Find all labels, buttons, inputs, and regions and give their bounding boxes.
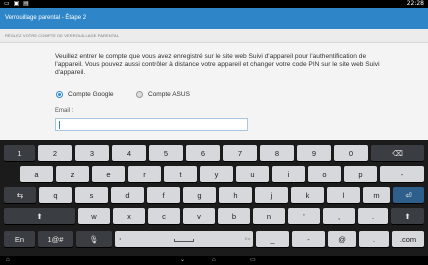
key-hyphen[interactable]: -: [380, 166, 424, 182]
key-period[interactable]: .: [358, 208, 388, 224]
key-5[interactable]: 5: [149, 145, 183, 161]
backspace-icon: ⌫: [392, 148, 403, 158]
key-k[interactable]: k: [291, 187, 324, 203]
key-n[interactable]: n: [253, 208, 285, 224]
shift-icon: ⬆: [404, 211, 411, 221]
key-at[interactable]: @: [328, 231, 356, 247]
cursor-left-icon: ◂: [119, 236, 122, 241]
key-x[interactable]: x: [113, 208, 145, 224]
key-2[interactable]: 2: [38, 145, 72, 161]
navigation-bar: ⌂ ⌄ ⌂ ▭: [0, 256, 428, 265]
radio-asus-account[interactable]: Compte ASUS: [136, 89, 190, 99]
key-v[interactable]: v: [183, 208, 215, 224]
screenshot-icon[interactable]: ⌂: [6, 256, 10, 265]
key-a[interactable]: a: [20, 166, 53, 182]
tab-icon: ⇆: [16, 190, 24, 200]
key-3[interactable]: 3: [75, 145, 109, 161]
voice-input-key[interactable]: 🎙: [76, 231, 112, 247]
radio-selected-icon[interactable]: [56, 90, 63, 98]
key-g[interactable]: g: [183, 187, 216, 203]
key-apostrophe[interactable]: ': [288, 208, 320, 224]
key-9[interactable]: 9: [297, 145, 331, 161]
tab-key[interactable]: ⇆: [4, 187, 36, 203]
key-underscore[interactable]: _: [256, 231, 289, 247]
notification-icons: ▭ ▣ ▤: [4, 0, 30, 7]
status-clock: 22:28: [406, 0, 424, 7]
key-r[interactable]: r: [128, 166, 161, 182]
key-dot-com[interactable]: .com: [392, 231, 424, 247]
enter-icon: ⏎: [405, 190, 412, 200]
key-d[interactable]: d: [111, 187, 144, 203]
language-key[interactable]: ··· En: [4, 231, 35, 247]
key-6[interactable]: 6: [186, 145, 220, 161]
key-z[interactable]: z: [56, 166, 89, 182]
shift-icon: ⬆: [36, 211, 43, 221]
key-y[interactable]: y: [200, 166, 233, 182]
key-b[interactable]: b: [218, 208, 250, 224]
language-label: En: [14, 234, 25, 244]
action-bar: Verrouillage parental - Étape 2: [0, 8, 428, 29]
page-title: Verrouillage parental - Étape 2: [5, 15, 87, 21]
key-comma[interactable]: ,: [323, 208, 355, 224]
key-t[interactable]: t: [164, 166, 197, 182]
home-icon[interactable]: ⌂: [212, 256, 216, 265]
space-language-label: En: [245, 236, 250, 241]
key-h[interactable]: h: [219, 187, 252, 203]
section-header-text: Réglez votre compte de verrouillage pare…: [5, 33, 120, 38]
key-u[interactable]: u: [236, 166, 269, 182]
key-1[interactable]: 1: [4, 145, 35, 161]
microphone-icon: 🎙: [89, 234, 99, 244]
status-bar: ▭ ▣ ▤ 22:28: [0, 0, 428, 8]
key-0[interactable]: 0: [334, 145, 368, 161]
space-key[interactable]: ◂ En: [115, 231, 253, 247]
key-j[interactable]: j: [255, 187, 288, 203]
key-l[interactable]: l: [327, 187, 360, 203]
enter-key[interactable]: ⏎: [393, 187, 424, 203]
intro-text: Veuillez entrer le compte que vous avez …: [55, 53, 380, 76]
on-screen-keyboard: 1 2 3 4 5 6 7 8 9 0 ⌫ a z e r t y u i o …: [0, 140, 428, 256]
key-dash[interactable]: -: [292, 231, 325, 247]
key-q[interactable]: q: [39, 187, 72, 203]
key-i[interactable]: i: [272, 166, 305, 182]
shift-key-right[interactable]: ⬆: [391, 208, 424, 224]
key-m[interactable]: m: [363, 187, 390, 203]
key-w[interactable]: w: [78, 208, 110, 224]
key-s[interactable]: s: [75, 187, 108, 203]
text-caret: [59, 121, 60, 129]
content-area: Veuillez entrer le compte que vous avez …: [0, 43, 428, 140]
section-header: Réglez votre compte de verrouillage pare…: [0, 29, 428, 43]
key-p[interactable]: p: [344, 166, 377, 182]
key-f[interactable]: f: [147, 187, 180, 203]
email-field[interactable]: [55, 118, 248, 131]
key-o[interactable]: o: [308, 166, 341, 182]
key-e[interactable]: e: [92, 166, 125, 182]
email-label: Email :: [55, 108, 74, 114]
symbols-key[interactable]: 1@#: [38, 231, 73, 247]
key-7[interactable]: 7: [223, 145, 257, 161]
radio-unselected-icon[interactable]: [136, 90, 143, 98]
space-bar-icon: [174, 239, 194, 242]
key-8[interactable]: 8: [260, 145, 294, 161]
asus-account-label: Compte ASUS: [148, 90, 190, 98]
recent-apps-icon[interactable]: ▭: [250, 256, 256, 265]
key-4[interactable]: 4: [112, 145, 146, 161]
backspace-key[interactable]: ⌫: [371, 145, 424, 161]
key-dot[interactable]: .: [359, 231, 389, 247]
shift-key-left[interactable]: ⬆: [4, 208, 75, 224]
key-c[interactable]: c: [148, 208, 180, 224]
google-account-label: Compte Google: [68, 90, 114, 98]
radio-google-account[interactable]: Compte Google: [56, 89, 114, 99]
back-icon[interactable]: ⌄: [180, 256, 185, 265]
